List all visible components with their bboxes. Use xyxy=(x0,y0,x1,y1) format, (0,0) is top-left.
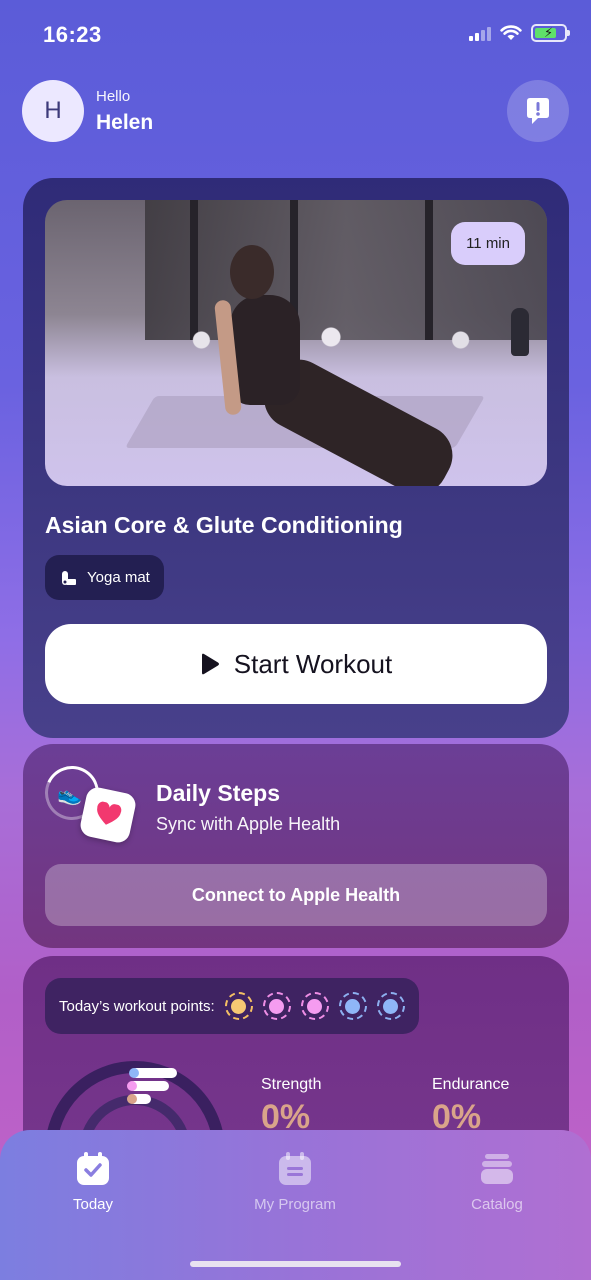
greeting-text: Hello Helen xyxy=(96,88,153,135)
yoga-mat-icon xyxy=(62,570,76,585)
status-icons: ⚡ xyxy=(469,24,570,42)
wifi-icon xyxy=(500,25,522,40)
tab-catalog[interactable]: Catalog xyxy=(427,1152,567,1213)
duration-badge: 11 min xyxy=(451,222,525,265)
catalog-stack-icon xyxy=(480,1152,514,1186)
workout-photo[interactable]: 11 min xyxy=(45,200,547,486)
apple-health-icon xyxy=(78,785,138,845)
stat-strength: Strength 0% xyxy=(261,1076,321,1137)
status-time: 16:23 xyxy=(43,22,102,47)
stat-label: Strength xyxy=(261,1076,322,1093)
daily-steps-card: 👟 Daily Steps Sync with Apple Health Con… xyxy=(23,744,569,948)
photo-window xyxy=(145,200,547,340)
tab-today[interactable]: Today xyxy=(23,1152,163,1213)
status-bar: 16:23 ⚡ xyxy=(0,0,591,70)
stat-endurance: Endurance 0% xyxy=(432,1076,509,1137)
point-dot xyxy=(338,992,367,1020)
tab-label: Today xyxy=(72,1196,114,1213)
signal-icon xyxy=(469,25,491,41)
tab-label: Catalog xyxy=(471,1196,523,1213)
user-name: Helen xyxy=(96,110,154,134)
workout-card[interactable]: 11 min Asian Core & Glute Conditioning Y… xyxy=(23,178,569,738)
equipment-label: Yoga mat xyxy=(87,569,150,586)
steps-title: Daily Steps xyxy=(156,780,280,806)
avatar[interactable]: H xyxy=(22,80,84,142)
progress-ring-bars xyxy=(127,1068,177,1107)
steps-illustration: 👟 xyxy=(37,758,138,845)
sneaker-icon: 👟 xyxy=(57,784,82,806)
connect-apple-health-button[interactable]: Connect to Apple Health xyxy=(45,864,547,926)
battery-charging-icon: ⚡ xyxy=(531,24,570,42)
greeting-hello: Hello xyxy=(96,87,131,105)
point-dot xyxy=(224,992,253,1020)
program-list-icon xyxy=(278,1152,312,1186)
tab-bar: Today My Program Catalog xyxy=(0,1130,591,1280)
workout-title: Asian Core & Glute Conditioning xyxy=(45,512,403,538)
workout-points-label: Today’s workout points: xyxy=(59,997,215,1015)
point-dot xyxy=(376,992,405,1020)
tab-label: My Program xyxy=(254,1196,336,1213)
start-workout-button[interactable]: Start Workout xyxy=(45,624,547,704)
feedback-button[interactable] xyxy=(507,80,569,142)
workout-points-pill: Today’s workout points: xyxy=(45,978,419,1034)
stat-label: Endurance xyxy=(432,1076,510,1093)
feedback-icon xyxy=(527,98,549,124)
calendar-check-icon xyxy=(76,1152,110,1186)
point-dot xyxy=(262,992,291,1020)
tab-my-program[interactable]: My Program xyxy=(225,1152,365,1213)
start-workout-label: Start Workout xyxy=(233,648,393,679)
steps-subtitle: Sync with Apple Health xyxy=(156,814,341,834)
greeting-header: H Hello Helen xyxy=(22,80,153,142)
point-dot xyxy=(300,992,329,1020)
equipment-tag: Yoga mat xyxy=(45,555,164,600)
home-indicator[interactable] xyxy=(190,1261,401,1267)
play-icon xyxy=(201,653,219,675)
